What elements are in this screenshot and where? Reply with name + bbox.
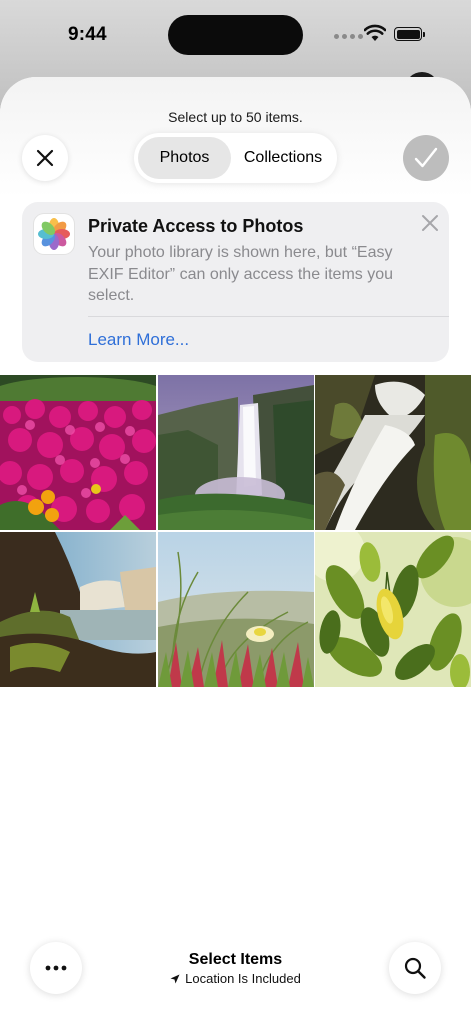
- private-access-banner: Private Access to Photos Your photo libr…: [22, 202, 449, 362]
- banner-title: Private Access to Photos: [88, 216, 304, 236]
- cellular-icon: [334, 34, 363, 39]
- banner-body: Your photo library is shown here, but “E…: [88, 244, 394, 304]
- photo-thumbnail[interactable]: [0, 532, 156, 687]
- status-time: 9:44: [68, 24, 107, 45]
- checkmark-icon: [414, 147, 438, 168]
- close-button[interactable]: [22, 135, 68, 181]
- tab-collections[interactable]: Collections: [233, 137, 333, 179]
- done-button[interactable]: [403, 135, 449, 181]
- selection-limit-hint: Select up to 50 items.: [168, 109, 303, 125]
- close-icon: [36, 149, 54, 167]
- status-bar: 9:44: [0, 0, 471, 70]
- search-button[interactable]: [389, 942, 441, 994]
- photo-thumbnail[interactable]: [158, 532, 314, 687]
- photo-thumbnail[interactable]: [158, 375, 314, 530]
- photo-thumbnail[interactable]: [315, 375, 471, 530]
- learn-more-link[interactable]: Learn More...: [88, 330, 189, 350]
- tab-photos[interactable]: Photos: [138, 137, 231, 179]
- location-arrow-icon: [170, 974, 180, 983]
- location-status-text: Location Is Included: [185, 971, 301, 986]
- battery-icon: [394, 27, 425, 41]
- dynamic-island: [168, 15, 303, 55]
- search-icon: [404, 957, 426, 979]
- banner-close-icon[interactable]: [419, 212, 441, 234]
- photo-thumbnail[interactable]: [315, 532, 471, 687]
- photos-app-icon: [34, 214, 74, 254]
- source-segmented-control: Photos Collections: [134, 133, 337, 183]
- photo-thumbnail[interactable]: [0, 375, 156, 530]
- wifi-icon: [364, 24, 386, 41]
- banner-divider: [88, 316, 449, 317]
- photo-picker-sheet: Select up to 50 items. Photos Collection…: [0, 77, 471, 1024]
